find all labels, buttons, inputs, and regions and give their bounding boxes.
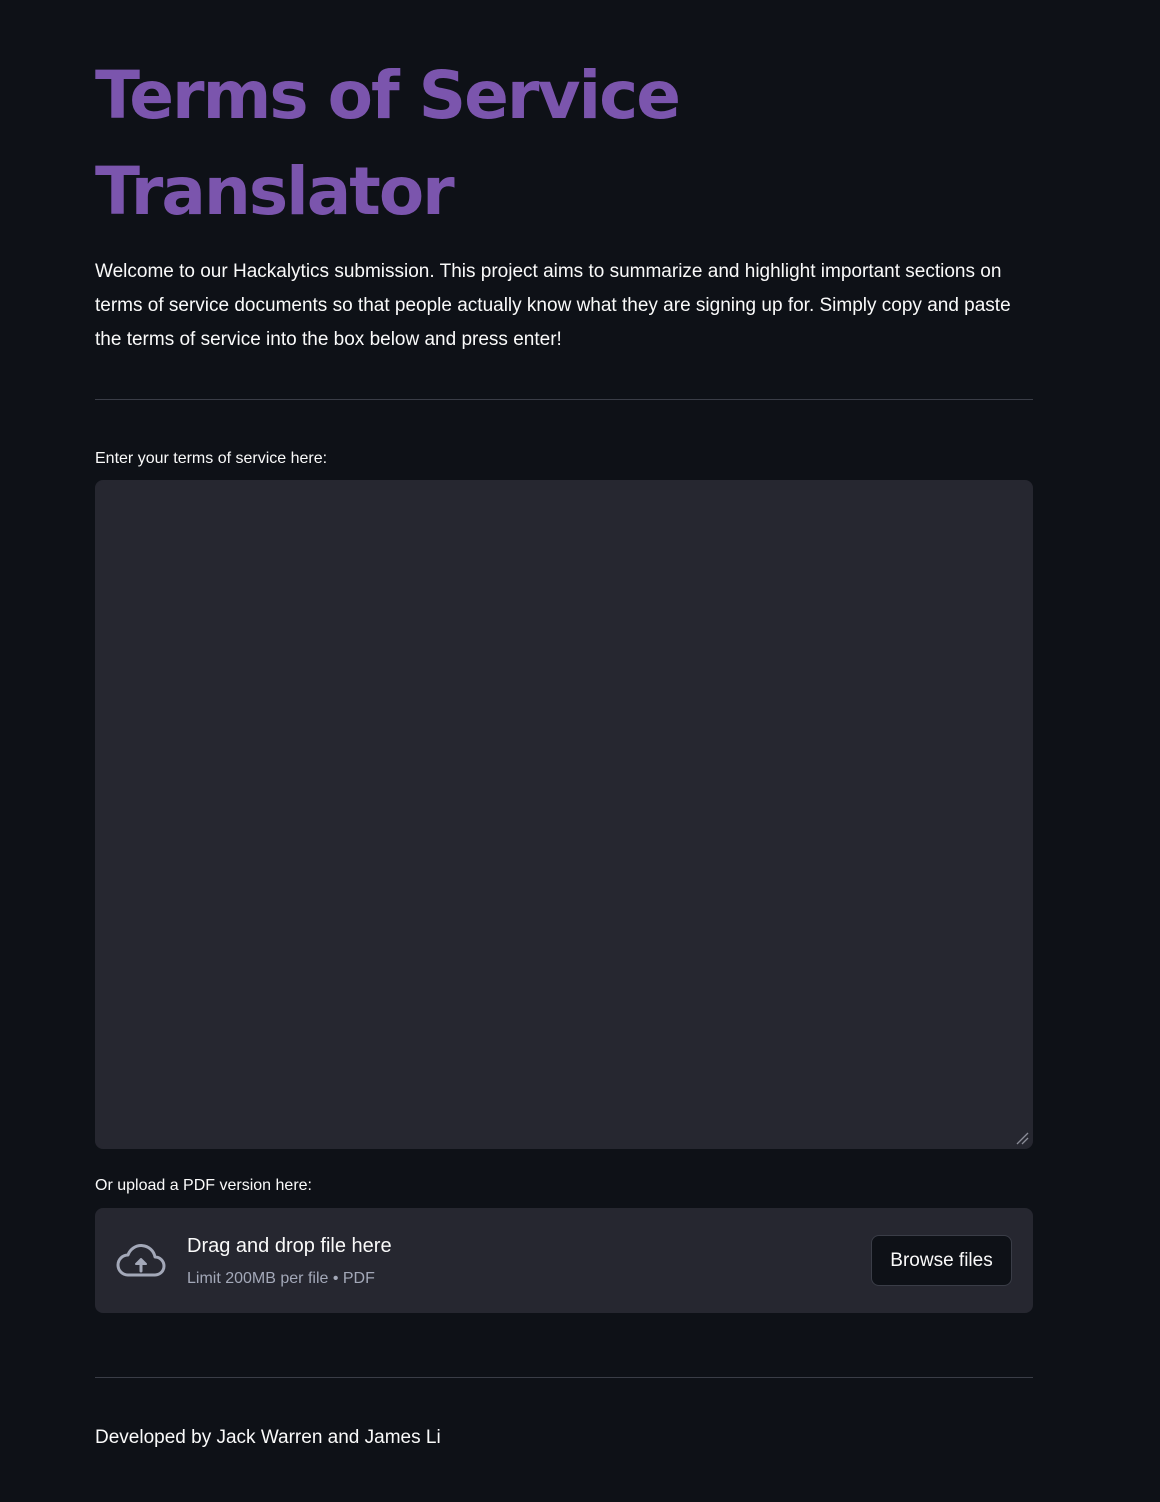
file-dropzone[interactable]: Drag and drop file here Limit 200MB per …: [95, 1208, 1033, 1313]
browse-files-button[interactable]: Browse files: [871, 1235, 1012, 1286]
tos-text-area[interactable]: [95, 480, 1033, 1149]
cloud-upload-icon: [116, 1244, 166, 1277]
tos-input-label: Enter your terms of service here:: [95, 450, 328, 467]
footer-credit: Developed by Jack Warren and James Li: [95, 1427, 441, 1448]
page-title: Terms of Service Translator: [95, 57, 681, 230]
dropzone-instructions: Drag and drop file here: [187, 1235, 392, 1257]
dropzone-file-limit: Limit 200MB per file • PDF: [187, 1270, 375, 1287]
pdf-upload-label: Or upload a PDF version here:: [95, 1177, 312, 1194]
divider: [95, 1377, 1033, 1378]
intro-paragraph: Welcome to our Hackalytics submission. T…: [95, 261, 1011, 350]
resize-handle-icon[interactable]: [1015, 1131, 1029, 1145]
divider: [95, 399, 1033, 400]
